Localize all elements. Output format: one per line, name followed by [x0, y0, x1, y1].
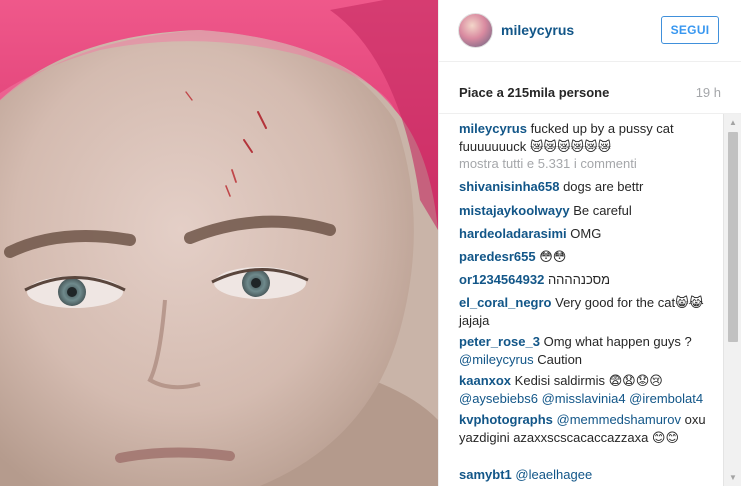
comment-item: kaanxox Kedisi saldirmis 😨😧😟😢 @aysebiebs…: [459, 372, 721, 408]
comment-mention[interactable]: @leaelhagee: [515, 467, 592, 482]
comment-mention[interactable]: @memmedshamurov: [557, 412, 681, 427]
comment-mention[interactable]: @mileycyrus: [459, 352, 534, 367]
post-time[interactable]: 19 h: [696, 85, 721, 100]
comment-username[interactable]: shivanisinha658: [459, 179, 559, 194]
comment-item: kvphotographs @memmedshamurov oxu yazdig…: [459, 411, 721, 447]
comment-username[interactable]: el_coral_negro: [459, 295, 552, 310]
comment-item: hardeoladarasimi OMG: [459, 225, 721, 243]
comment-item: shivanisinha658 dogs are bettr: [459, 178, 721, 196]
comment-text: Omg what happen guys ?: [543, 334, 692, 349]
comment-text: Be careful: [573, 203, 632, 218]
comment-item: samybt1 @leaelhagee: [459, 466, 721, 484]
comment-mention[interactable]: @aysebiebs6 @misslavinia4 @irembolat4: [459, 391, 703, 406]
comment-text-after: Caution: [537, 352, 583, 367]
comment-username[interactable]: kvphotographs: [459, 412, 553, 427]
scrollbar-thumb[interactable]: [728, 132, 738, 342]
author-username[interactable]: mileycyrus: [501, 22, 574, 38]
comment-text: dogs are bettr: [563, 179, 644, 194]
likes-count[interactable]: Piace a 215mila persone: [459, 85, 609, 100]
scroll-up-icon[interactable]: ▲: [724, 114, 741, 131]
comment-text: 😳😳: [539, 249, 567, 264]
comment-username[interactable]: paredesr655: [459, 249, 536, 264]
comment-item: el_coral_negro Very good for the cat😸😹ja…: [459, 294, 721, 330]
comment-username[interactable]: kaanxox: [459, 373, 511, 388]
comment-username[interactable]: hardeoladarasimi: [459, 226, 567, 241]
comment-item: mistajaykoolwayy Be careful: [459, 202, 721, 220]
comments-scrollbar[interactable]: ▲ ▼: [723, 114, 741, 486]
comment-item: paredesr655 😳😳: [459, 248, 721, 266]
follow-button[interactable]: SEGUI: [661, 16, 719, 44]
comment-item: peter_rose_3 Omg what happen guys ? @mil…: [459, 333, 721, 369]
comment-username[interactable]: mistajaykoolwayy: [459, 203, 570, 218]
comment-username[interactable]: samybt1: [459, 467, 512, 482]
post-photo[interactable]: [0, 0, 438, 486]
post-side-panel: mileycyrus SEGUI Piace a 215mila persone…: [438, 0, 741, 486]
comment-text: Kedisi saldirmis 😨😧😟😢: [514, 373, 663, 388]
view-all-comments-link[interactable]: mostra tutti e 5.331 i commenti: [459, 156, 637, 171]
avatar[interactable]: [458, 13, 493, 48]
comment-text: OMG: [570, 226, 602, 241]
comment-username[interactable]: or1234564932: [459, 272, 544, 287]
caption: mileycyrus fucked up by a pussy cat fuuu…: [459, 120, 721, 156]
scroll-down-icon[interactable]: ▼: [724, 469, 741, 486]
comment-item: or1234564932 מסכנהההה: [459, 271, 721, 289]
comments-list: mileycyrus fucked up by a pussy cat fuuu…: [439, 114, 741, 486]
caption-username[interactable]: mileycyrus: [459, 121, 527, 136]
comment-username[interactable]: peter_rose_3: [459, 334, 540, 349]
comment-text: מסכנהההה: [547, 272, 611, 287]
selfie-illustration: [0, 0, 438, 486]
post-header: mileycyrus SEGUI: [439, 0, 741, 62]
likes-row: Piace a 215mila persone 19 h: [439, 62, 741, 114]
